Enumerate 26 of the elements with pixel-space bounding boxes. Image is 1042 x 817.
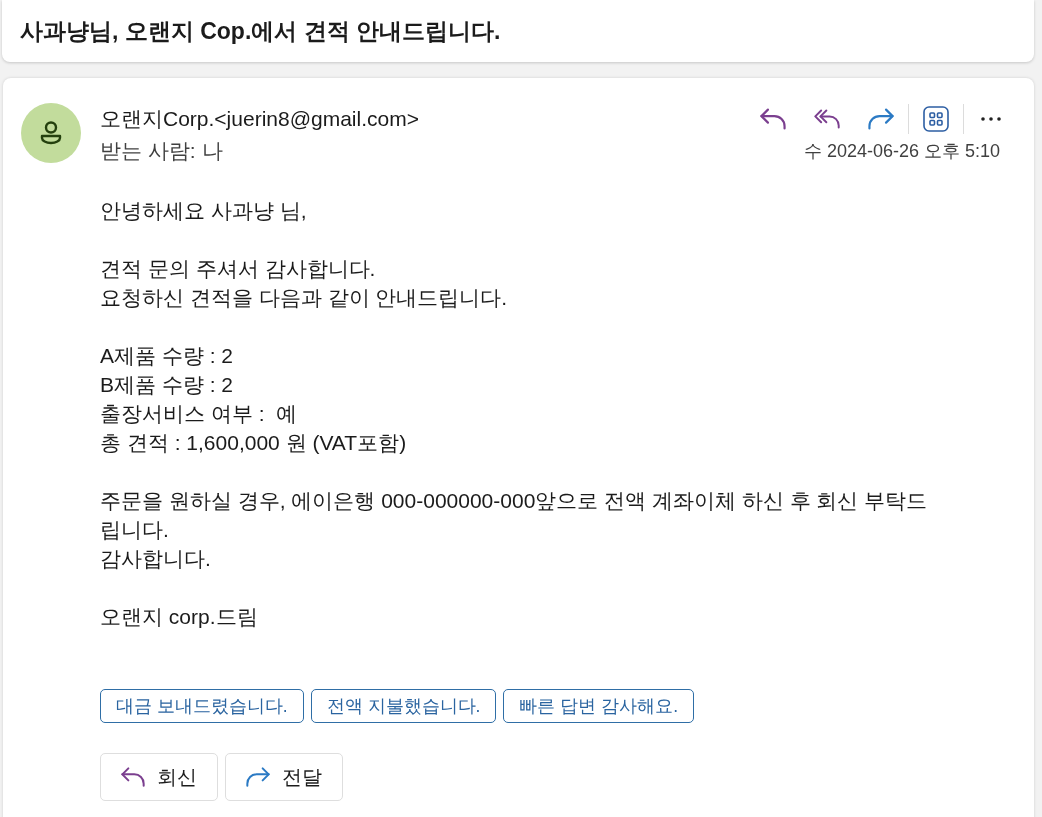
more-dots-icon[interactable]	[981, 117, 1001, 121]
recipient-line: 받는 사람: 나	[100, 138, 223, 164]
body-text: 감사합니다.	[100, 546, 212, 572]
body-text: A제품 수량 : 2	[100, 343, 235, 369]
body-text: 요청하신 견적을 다음과 같이 안내드립니다.	[100, 285, 509, 311]
forward-arrow-icon	[246, 765, 270, 789]
grid-icon[interactable]	[923, 106, 949, 132]
body-text: 총 견적 : 1,600,000 원 (VAT포함)	[100, 430, 408, 456]
suggested-reply[interactable]: 대금 보내드렸습니다.	[100, 689, 304, 723]
sender-address: 오랜지Corp.<juerin8@gmail.com>	[100, 106, 419, 132]
body-text: 안녕하세요 사과냥 님,	[100, 198, 308, 224]
suggested-reply[interactable]: 전액 지불했습니다.	[310, 689, 497, 723]
reply-arrow-icon	[121, 765, 145, 789]
body-text: B제품 수량 : 2	[100, 372, 235, 398]
avatar-person-icon	[21, 103, 81, 163]
forward-button[interactable]: 전달	[225, 753, 343, 801]
reply-button[interactable]: 회신	[100, 753, 218, 801]
body-text: 주문을 원하실 경우, 에이은행 000-000000-000앞으로 전액 계좌이체 하신 후 회신 부탁드립니다.	[100, 488, 929, 543]
body-text: 오랜지 corp.드림	[100, 604, 259, 630]
received-date: 수 2024-06-26 오후 5:10	[803, 140, 1000, 163]
body-text: 견적 문의 주셔서 감사합니다.	[100, 256, 377, 282]
body-text: 출장서비스 여부 : 예	[100, 401, 299, 427]
suggested-reply[interactable]: 빠른 답변 감사해요.	[503, 689, 695, 723]
forward-arrow-icon[interactable]	[868, 106, 894, 132]
mail-subject: 사과냥님, 오랜지 Cop.에서 견적 안내드립니다.	[20, 16, 501, 46]
reply-arrow-icon[interactable]	[760, 106, 786, 132]
